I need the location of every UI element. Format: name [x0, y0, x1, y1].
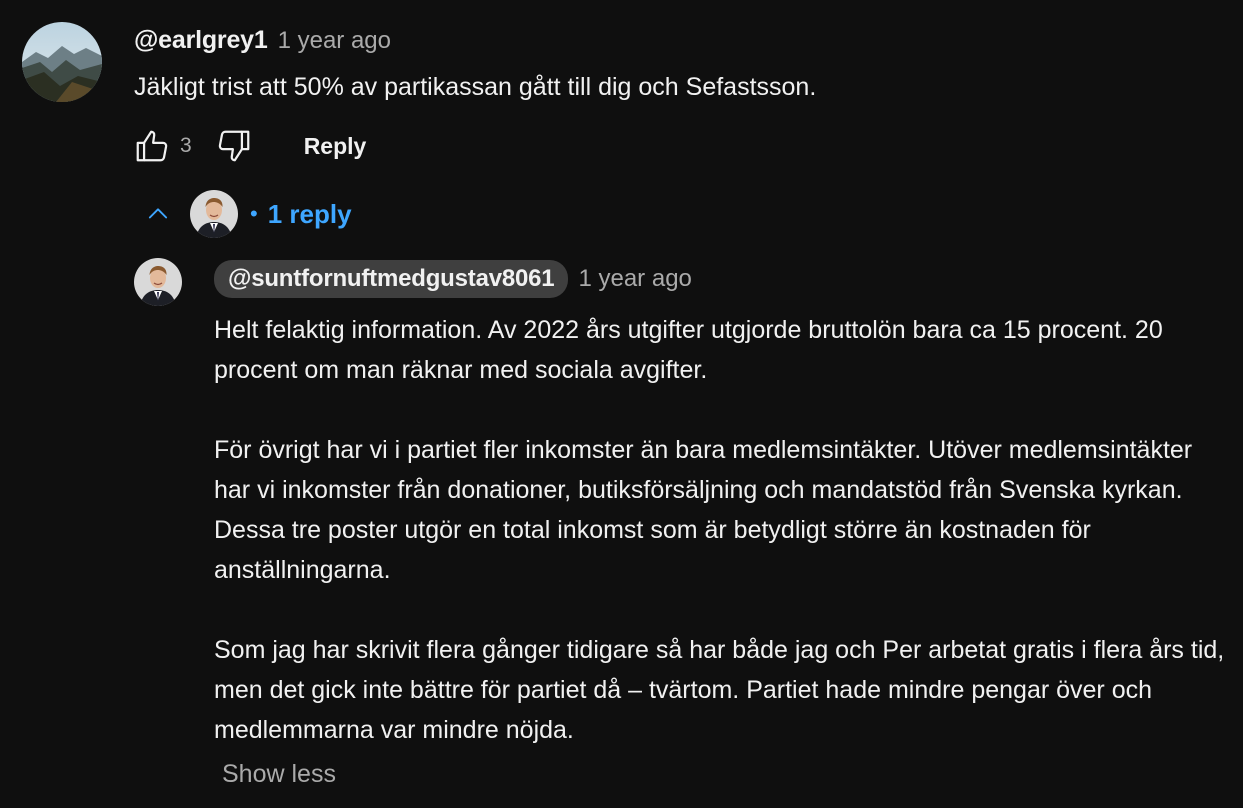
replier-avatar-small	[190, 190, 238, 238]
reply-header: @suntfornuftmedgustav8061 1 year ago	[214, 260, 692, 298]
man-in-suit-avatar-icon	[134, 258, 182, 306]
show-less-button[interactable]: Show less	[222, 760, 336, 789]
separator-dot: •	[250, 201, 258, 226]
reply-paragraph: Som jag har skrivit flera gånger tidigar…	[214, 636, 1225, 744]
replies-toggle[interactable]: • 1 reply	[138, 186, 352, 242]
mountain-landscape-avatar-icon	[22, 22, 102, 102]
replier-avatar[interactable]	[134, 258, 182, 306]
dislike-button[interactable]	[212, 124, 256, 168]
man-in-suit-avatar-icon	[190, 190, 238, 238]
like-count: 3	[180, 134, 192, 157]
chevron-up-icon	[138, 194, 178, 234]
commenter-handle[interactable]: @earlgrey1	[134, 26, 268, 55]
comment-timestamp[interactable]: 1 year ago	[278, 27, 391, 55]
reply-text: Helt felaktig information. Av 2022 års u…	[214, 310, 1234, 750]
thumbs-up-icon	[136, 130, 168, 162]
comment-thread: @earlgrey1 1 year ago Jäkligt trist att …	[0, 0, 1243, 808]
reply-timestamp[interactable]: 1 year ago	[578, 265, 691, 293]
thumbs-down-icon	[218, 130, 250, 162]
reply-paragraph: Helt felaktig information. Av 2022 års u…	[214, 316, 1163, 384]
like-button[interactable]	[130, 124, 174, 168]
replier-handle[interactable]: @suntfornuftmedgustav8061	[214, 260, 569, 298]
comment-text: Jäkligt trist att 50% av partikassan gåt…	[134, 73, 817, 101]
comment-header: @earlgrey1 1 year ago	[134, 26, 391, 55]
commenter-avatar[interactable]	[22, 22, 102, 102]
reply-count-label[interactable]: 1 reply	[268, 199, 352, 230]
reply-paragraph: För övrigt har vi i partiet fler inkomst…	[214, 436, 1193, 584]
reply-button[interactable]: Reply	[304, 133, 367, 160]
comment-actions: 3 Reply	[130, 124, 366, 168]
